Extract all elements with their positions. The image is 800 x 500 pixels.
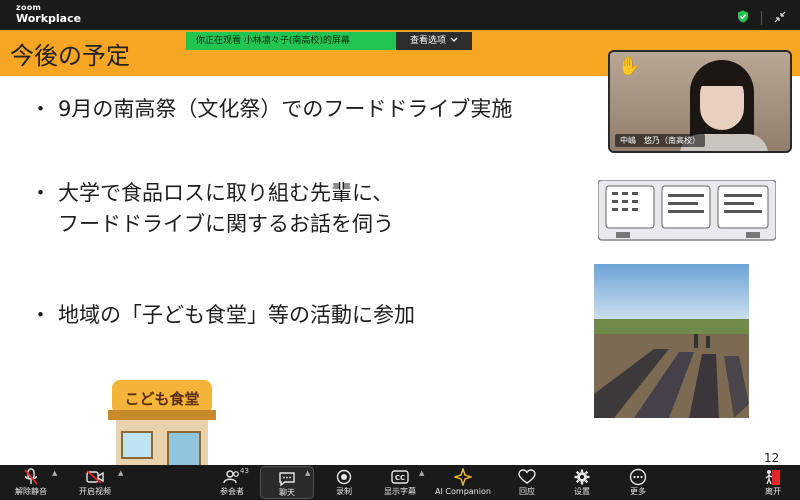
- presentation-screens-illustration: [598, 180, 776, 241]
- slide-page-number: 12: [764, 451, 780, 465]
- chat-options-caret-icon[interactable]: ▲: [305, 469, 310, 477]
- logo-brand-small: zoom: [16, 3, 42, 12]
- settings-label: 设置: [574, 487, 590, 496]
- bullet-2-line-2: フードドライブに関するお話を伺う: [58, 212, 394, 236]
- start-video-label: 开启视频: [79, 487, 111, 496]
- raise-hand-icon: ✋: [618, 56, 641, 77]
- microphone-muted-icon: [23, 467, 39, 487]
- record-label: 录制: [336, 487, 352, 496]
- view-options-label: 查看选项: [410, 36, 447, 46]
- participant-name-label: 中嶋 悠乃（南高校）: [615, 134, 705, 147]
- participants-count-badge: 43: [240, 467, 249, 475]
- bullet-item-3: 地域の「子ども食堂」等の活動に参加: [30, 300, 415, 331]
- record-icon: [336, 467, 352, 487]
- meeting-toolbar: 解除静音 ▲ 开启视频 ▲ 参会者 43 聊天 ▲ 录制 CC 显示字幕 ▲ A…: [0, 465, 800, 500]
- participants-icon: [223, 467, 241, 487]
- screen-share-banner: 你正在观看 小林凛々子(南高校)的屏幕 查看选项: [186, 32, 473, 50]
- viewing-screen-text: 你正在观看 小林凛々子(南高校)的屏幕: [186, 32, 396, 50]
- captions-options-caret-icon[interactable]: ▲: [419, 469, 424, 477]
- reactions-label: 回应: [519, 487, 535, 496]
- shop-sign-text: こども食堂: [124, 390, 200, 408]
- leave-label: 离开: [765, 487, 781, 496]
- captions-label: 显示字幕: [384, 487, 416, 496]
- record-button[interactable]: 录制: [328, 465, 360, 500]
- captions-button[interactable]: CC 显示字幕: [380, 465, 420, 500]
- bullet-item-2: 大学で食品ロスに取り組む先輩に、 フードドライブに関するお話を伺う: [30, 178, 394, 240]
- unmute-button[interactable]: 解除静音: [10, 465, 52, 500]
- sparkle-icon: [454, 467, 472, 487]
- top-separator: [761, 10, 762, 25]
- audio-options-caret-icon[interactable]: ▲: [52, 469, 57, 477]
- top-right-controls: [737, 8, 786, 27]
- bullet-item-1: 9月の南高祭（文化祭）でのフードドライブ実施: [30, 94, 513, 125]
- chevron-down-icon: [450, 32, 458, 50]
- leave-button[interactable]: 离开: [758, 465, 788, 500]
- video-person-bangs: [696, 64, 748, 86]
- participants-label: 参会者: [220, 487, 244, 496]
- logo-brand-large: Workplace: [16, 12, 82, 25]
- unmute-label: 解除静音: [15, 487, 47, 496]
- video-off-icon: [86, 467, 104, 487]
- heart-icon: [518, 467, 536, 487]
- bullet-3-line-1: 地域の「子ども食堂」等の活動に参加: [58, 303, 415, 327]
- gear-icon: [574, 467, 590, 487]
- more-button[interactable]: 更多: [623, 465, 653, 500]
- zoom-logo: zoom Workplace: [16, 3, 81, 25]
- video-options-caret-icon[interactable]: ▲: [118, 469, 123, 477]
- bullet-2-line-1: 大学で食品ロスに取り組む先輩に、: [58, 181, 394, 205]
- leave-door-icon: [764, 467, 782, 487]
- shield-check-icon[interactable]: [737, 8, 749, 27]
- more-dots-icon: [629, 467, 647, 487]
- chat-bubble-icon: [278, 469, 296, 488]
- zoom-meeting-window: zoom Workplace 今後の予定 9月の南高祭（文化祭）でのフードドライ…: [0, 0, 800, 500]
- start-video-button[interactable]: 开启视频: [74, 465, 116, 500]
- settings-button[interactable]: 设置: [567, 465, 597, 500]
- exit-fullscreen-icon[interactable]: [774, 8, 786, 27]
- chat-label: 聊天: [279, 488, 295, 497]
- participant-video-tile[interactable]: ✋ 中嶋 悠乃（南高校）: [608, 50, 792, 153]
- view-options-button[interactable]: 查看选项: [396, 32, 473, 50]
- ai-companion-label: AI Companion: [435, 487, 491, 496]
- bullet-1-line-1: 9月の南高祭（文化祭）でのフードドライブ実施: [58, 97, 513, 121]
- ai-companion-button[interactable]: AI Companion: [434, 465, 492, 500]
- top-bar: zoom Workplace: [0, 0, 800, 30]
- svg-text:CC: CC: [395, 474, 405, 482]
- reactions-button[interactable]: 回应: [512, 465, 542, 500]
- more-label: 更多: [630, 487, 646, 496]
- farm-field-photo: [594, 264, 749, 418]
- slide-title: 今後の予定: [10, 42, 130, 70]
- closed-captions-icon: CC: [391, 467, 409, 487]
